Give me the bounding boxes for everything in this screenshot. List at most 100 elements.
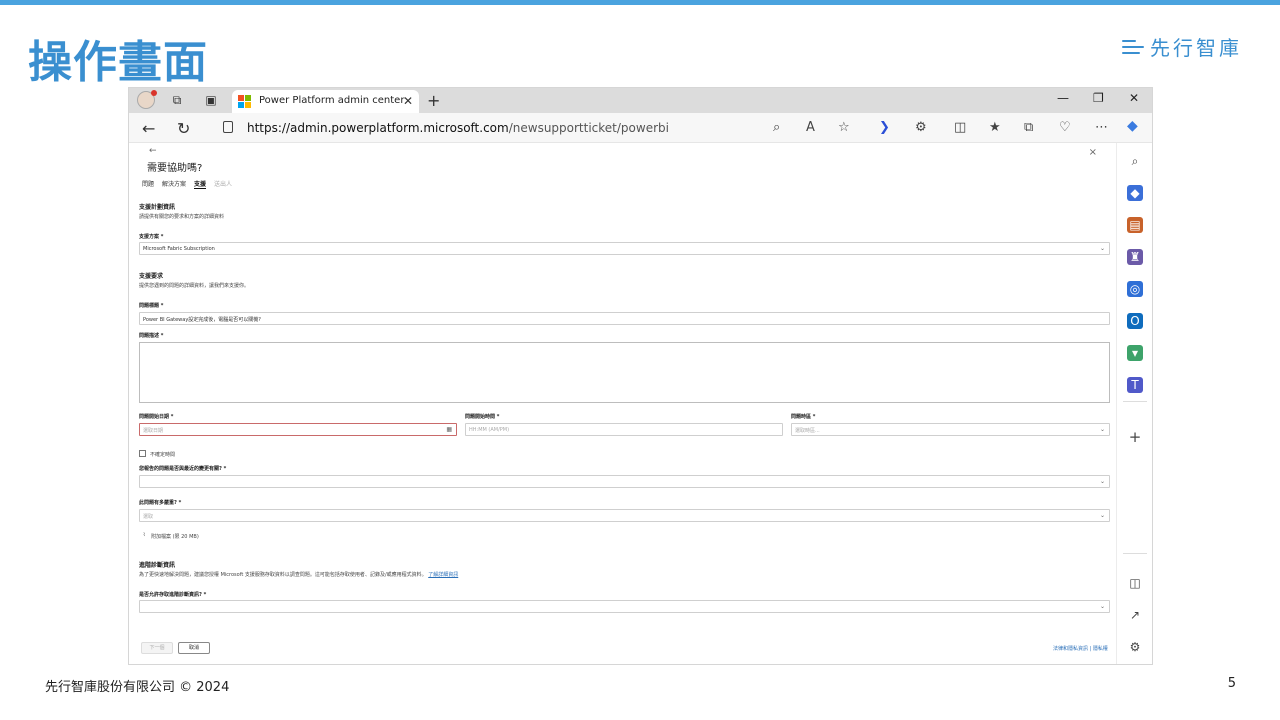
- teams-icon[interactable]: T: [1127, 377, 1143, 393]
- minimize-icon[interactable]: —: [1057, 91, 1069, 105]
- chevron-down-icon: ⌄: [1099, 245, 1105, 252]
- plus-icon[interactable]: +: [427, 91, 440, 110]
- support-panel: ← × 需要協助嗎? 問題 解決方案 支援 送出人 支援計劃資訊 請提供有關您的…: [129, 143, 1117, 664]
- plus-icon[interactable]: +: [1127, 429, 1143, 445]
- outlook-icon[interactable]: O: [1127, 313, 1143, 329]
- extension-arrow-icon[interactable]: ❯: [879, 120, 890, 135]
- start-date-input[interactable]: 選取日期 ▦: [139, 423, 457, 436]
- attach-file-link[interactable]: 附加檔案 (限 20 MB): [151, 533, 199, 540]
- tab-actions-icon[interactable]: ▣: [203, 92, 219, 108]
- start-date-label: 問題開始日期 *: [139, 414, 174, 420]
- diagnostics-heading: 進階診斷資訊: [139, 562, 176, 569]
- severity-label: 此問題有多嚴重? *: [139, 500, 182, 506]
- plan-select[interactable]: Microsoft Fabric Subscription ⌄: [139, 242, 1110, 255]
- tab-bar: ⧉ ▣ Power Platform admin center ✕ + — ❐ …: [129, 88, 1152, 113]
- slide-title: 操作畫面: [28, 37, 208, 88]
- more-icon[interactable]: ⋯: [1095, 120, 1108, 135]
- edge-sidebar: ⌕ ◆ ▤ ♜ ◎ O ▾ T + ◫ ↗ ⚙: [1116, 143, 1152, 664]
- search-icon[interactable]: ⌕: [1127, 153, 1143, 169]
- external-link-icon[interactable]: ↗: [1127, 607, 1143, 623]
- plan-description: 請提供有關您的要求和方案的詳細資料: [139, 214, 225, 220]
- request-heading: 支援要求: [139, 273, 164, 280]
- workspaces-icon[interactable]: ⧉: [169, 92, 185, 108]
- window-close-icon[interactable]: ✕: [1129, 91, 1139, 105]
- issue-title-input[interactable]: Power BI Gateway設定完成後，電腦是否可以關機?: [139, 312, 1110, 325]
- recent-change-label: 您報告的問題是否與最近的變更有關? *: [139, 466, 227, 472]
- timezone-select[interactable]: 選取時區... ⌄: [791, 423, 1110, 436]
- chevron-down-icon: ⌄: [1099, 603, 1105, 610]
- lock-icon: [223, 121, 233, 133]
- timezone-label: 問題時區 *: [791, 414, 816, 420]
- paperclip-icon[interactable]: ⌇: [143, 532, 145, 538]
- plan-label: 支援方案 *: [139, 234, 164, 240]
- refresh-icon[interactable]: ↻: [177, 119, 190, 138]
- start-time-input[interactable]: HH:MM (AM/PM): [465, 423, 783, 436]
- chevron-down-icon: ⌄: [1099, 426, 1105, 433]
- step-issue[interactable]: 問題: [142, 179, 154, 189]
- footer-copyright: 先行智庫股份有限公司 © 2024: [45, 680, 230, 695]
- tab-power-platform[interactable]: Power Platform admin center ✕: [232, 90, 419, 113]
- brand-mark-icon: [1122, 38, 1144, 56]
- diagnostics-allow-label: 是否允許存取進階診斷資訊? *: [139, 592, 207, 598]
- recent-change-select[interactable]: ⌄: [139, 475, 1110, 488]
- browser-window: ⧉ ▣ Power Platform admin center ✕ + — ❐ …: [128, 87, 1153, 665]
- unknown-time-label: 不確定時間: [150, 452, 176, 458]
- step-tabs: 問題 解決方案 支援 送出人: [142, 179, 232, 189]
- favorite-star-icon[interactable]: ☆: [838, 120, 850, 135]
- legal-privacy-link[interactable]: 法律和隱私資訊 | 隱私權: [1053, 645, 1108, 652]
- settings-gear-icon[interactable]: ⚙: [1127, 639, 1143, 655]
- restore-icon[interactable]: ❐: [1093, 91, 1104, 105]
- unknown-time-checkbox[interactable]: [139, 450, 146, 457]
- performance-icon[interactable]: ♡: [1059, 120, 1071, 135]
- next-button[interactable]: 下一個: [141, 642, 173, 654]
- tab-title: Power Platform admin center: [259, 95, 405, 106]
- panel-close-icon[interactable]: ×: [1089, 147, 1097, 158]
- collections-icon[interactable]: ⧉: [1024, 120, 1033, 135]
- microsoft365-icon[interactable]: ◎: [1127, 281, 1143, 297]
- severity-select[interactable]: 選取 ⌄: [139, 509, 1110, 522]
- extensions-icon[interactable]: ⚙: [915, 120, 927, 135]
- page-number: 5: [1227, 676, 1236, 691]
- cancel-button[interactable]: 取消: [178, 642, 210, 654]
- rail-divider: [1123, 401, 1147, 402]
- arrow-left-icon[interactable]: ←: [142, 119, 155, 138]
- step-support[interactable]: 支援: [194, 179, 207, 189]
- drop-icon[interactable]: ▾: [1127, 345, 1143, 361]
- url-field[interactable]: https://admin.powerplatform.microsoft.co…: [214, 117, 754, 139]
- close-icon[interactable]: ✕: [403, 94, 413, 108]
- url-text: https://admin.powerplatform.microsoft.co…: [247, 121, 669, 135]
- diagnostics-allow-select[interactable]: ⌄: [139, 600, 1110, 613]
- request-description: 提供您遇到的問題的詳細資料，讓我們來支援你。: [139, 283, 250, 289]
- brand-logo: 先行智庫: [1122, 32, 1242, 61]
- step-solution[interactable]: 解決方案: [162, 179, 186, 189]
- zoom-icon[interactable]: ⌕: [773, 120, 780, 135]
- read-aloud-icon[interactable]: A: [806, 120, 815, 135]
- brand-name: 先行智庫: [1150, 36, 1242, 60]
- slide: 操作畫面 先行智庫 ⧉ ▣ Power Platform admin cente…: [0, 0, 1280, 720]
- learn-more-link[interactable]: 了解詳細資訊: [428, 572, 458, 578]
- back-arrow-icon[interactable]: ←: [149, 146, 157, 156]
- panel-title: 需要協助嗎?: [147, 163, 203, 174]
- issue-description-textarea[interactable]: [139, 342, 1110, 403]
- chevron-down-icon: ⌄: [1099, 478, 1105, 485]
- address-bar: ← ↻ https://admin.powerplatform.microsof…: [129, 113, 1152, 143]
- diagnostics-description: 為了更快速地解決問題，建議您授權 Microsoft 支援服務存取資料以調查問題…: [139, 572, 459, 578]
- issue-title-label: 問題標題 *: [139, 303, 164, 309]
- microsoft-logo-icon: [238, 95, 251, 108]
- favorites-icon[interactable]: ★: [989, 120, 1001, 135]
- step-submitter[interactable]: 送出人: [214, 179, 232, 189]
- chevron-down-icon: ⌄: [1099, 512, 1105, 519]
- notification-dot: [151, 90, 157, 96]
- sidebar-panel-icon[interactable]: ◫: [1127, 575, 1143, 591]
- rail-divider: [1123, 553, 1147, 554]
- tools-briefcase-icon[interactable]: ▤: [1127, 217, 1143, 233]
- copilot-icon[interactable]: ◆: [1127, 118, 1138, 134]
- issue-description-label: 問題描述 *: [139, 333, 164, 339]
- top-rule: [0, 0, 1280, 5]
- games-icon[interactable]: ♜: [1127, 249, 1143, 265]
- start-time-label: 問題開始時間 *: [465, 414, 500, 420]
- shopping-tag-icon[interactable]: ◆: [1127, 185, 1143, 201]
- calendar-icon: ▦: [446, 426, 452, 433]
- plan-heading: 支援計劃資訊: [139, 204, 176, 211]
- split-screen-icon[interactable]: ◫: [954, 120, 966, 135]
